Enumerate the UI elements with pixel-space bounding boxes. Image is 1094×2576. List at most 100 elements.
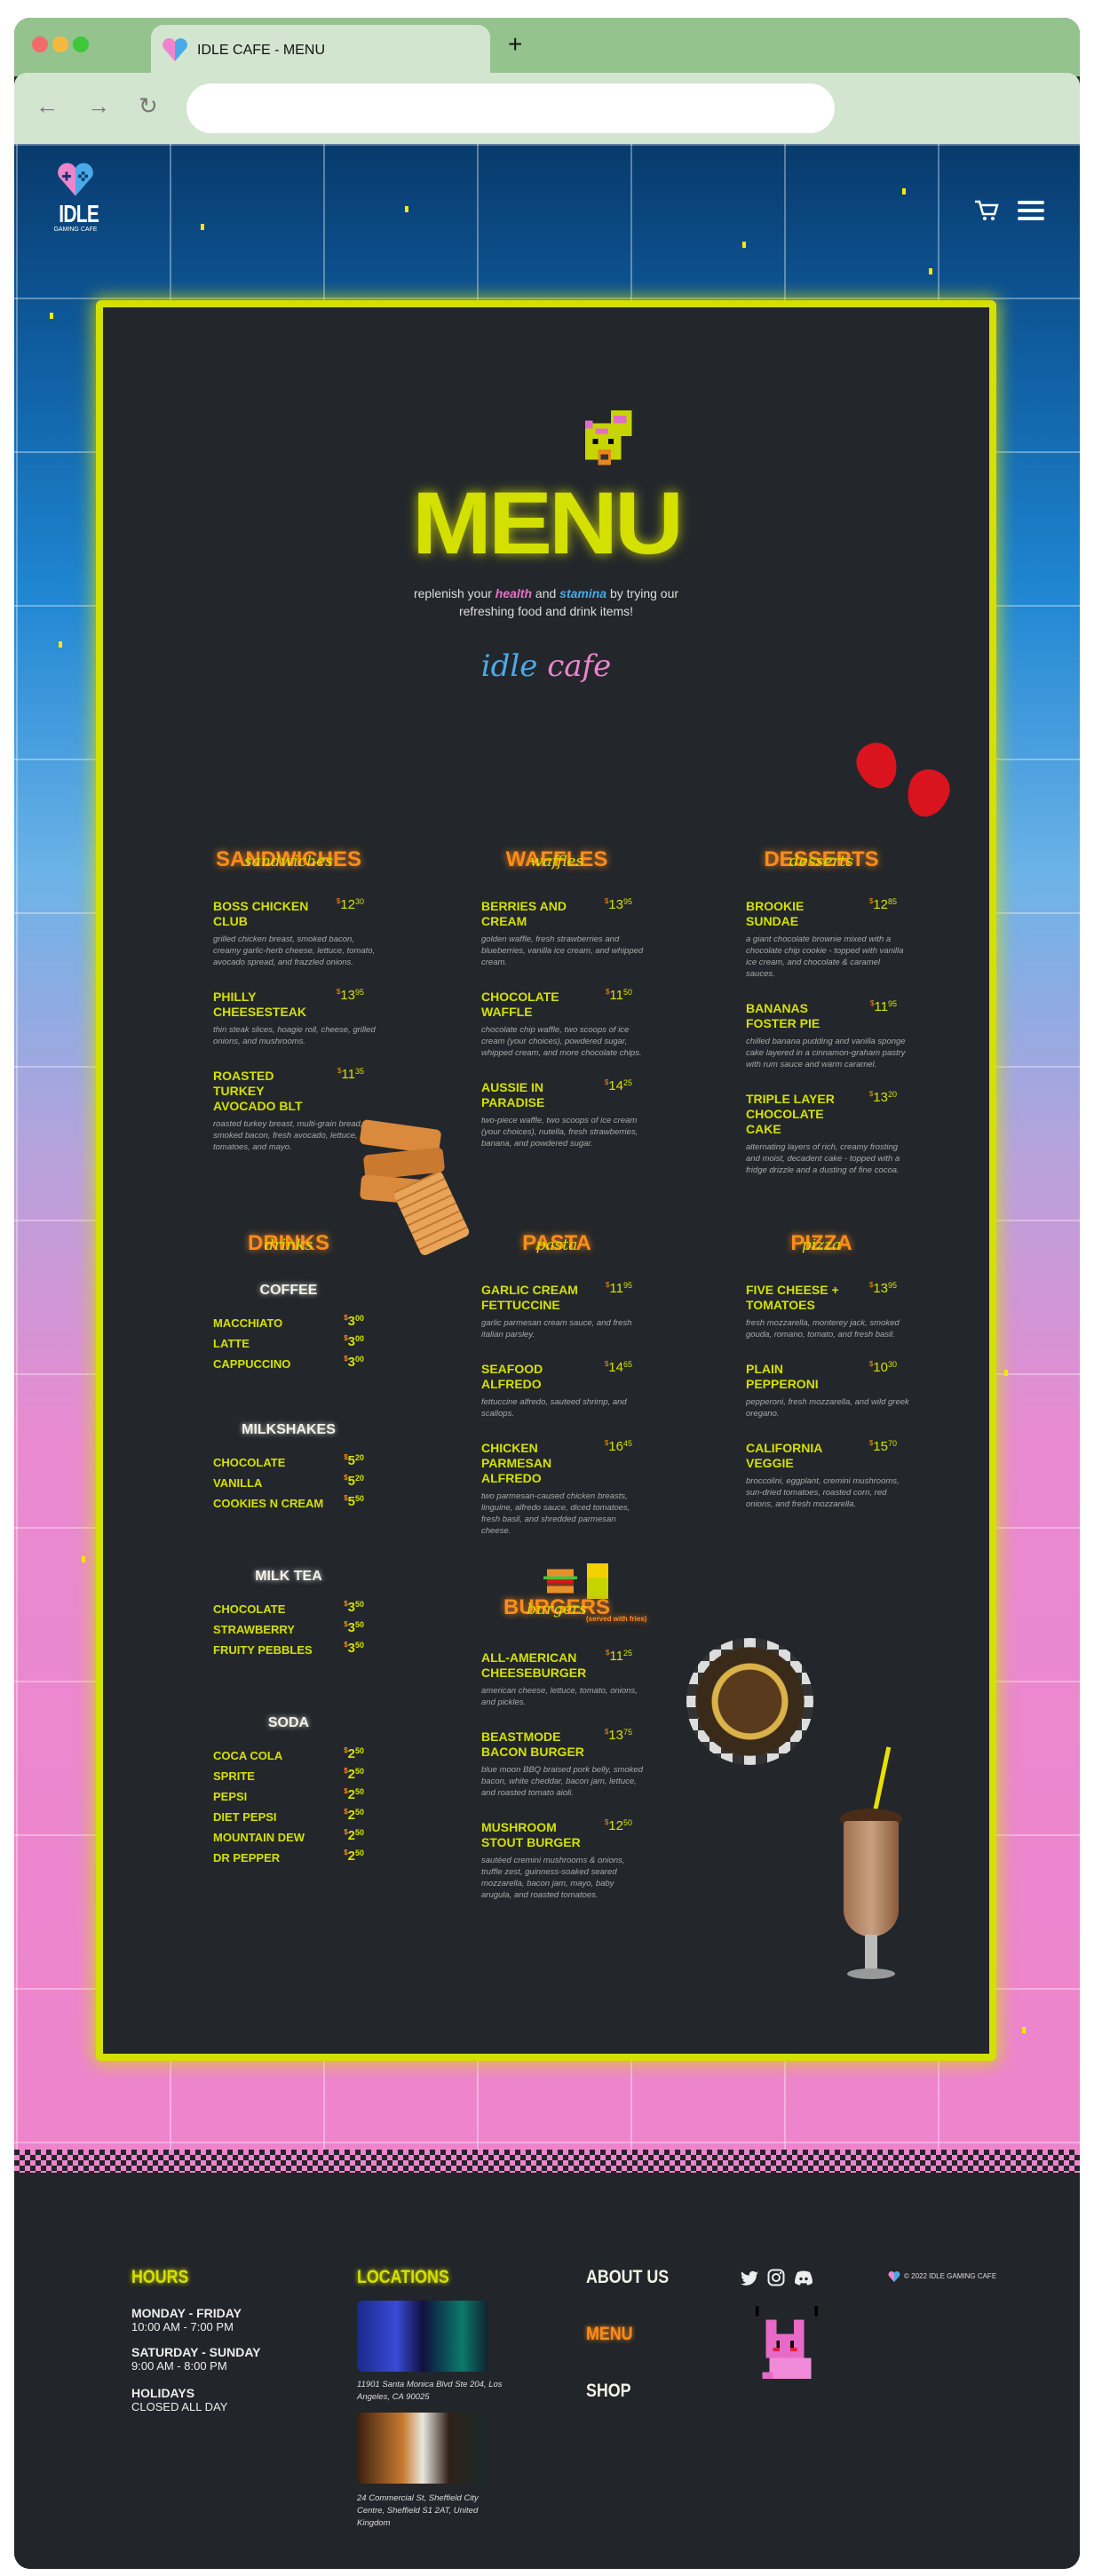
heart-logo-icon <box>888 2270 900 2283</box>
menu-item[interactable]: MUSHROOM STOUT BURGER $1250 sautéed cremin… <box>481 1818 632 1901</box>
section-script-label: waffles <box>529 853 584 871</box>
twitter-icon[interactable] <box>741 2270 758 2286</box>
item-price: $1230 <box>336 897 364 912</box>
address-bar[interactable] <box>186 83 835 133</box>
menu-item[interactable]: GARLIC CREAM FETTUCCINE $1195 garlic parme… <box>481 1281 632 1340</box>
site-logo[interactable]: IDLE GAMING CAFE <box>53 162 99 233</box>
item-price: $350 <box>344 1620 364 1635</box>
drink-item[interactable]: LATTE $300 <box>213 1334 364 1357</box>
minimize-window-button[interactable] <box>52 36 68 52</box>
item-name: BANANAS FOSTER PIE <box>746 1001 820 1030</box>
drink-item[interactable]: FRUITY PEBBLES $350 <box>213 1641 364 1664</box>
hamburger-menu-icon[interactable] <box>1018 201 1044 225</box>
item-name: MACCHIATO <box>213 1316 283 1330</box>
item-name: ROASTED TURKEY AVOCADO BLT <box>213 1069 303 1113</box>
menu-item[interactable]: BEASTMODE BACON BURGER $1375 blue moon BBQ… <box>481 1728 643 1799</box>
item-description: two parmesan-caused chicken breasts, lin… <box>481 1491 630 1536</box>
menu-item[interactable]: BANANAS FOSTER PIE $1195 chilled banana pu… <box>746 999 906 1070</box>
item-price: $1645 <box>604 1439 632 1454</box>
about-us-link[interactable]: ABOUT US <box>586 2267 669 2288</box>
browser-window: IDLE CAFE - MENU + ← → ↻ IDLE GAMING CAF… <box>14 18 1080 2569</box>
menu-item[interactable]: ROASTED TURKEY AVOCADO BLT $1135 roasted t… <box>213 1067 364 1153</box>
item-name: MOUNTAIN DEW <box>213 1831 305 1844</box>
shop-link[interactable]: SHOP <box>586 2381 631 2402</box>
item-price: $300 <box>344 1334 364 1349</box>
menu-item[interactable]: CHICKEN PARMESAN ALFREDO $1645 two parmesa… <box>481 1439 632 1537</box>
subtitle-stamina: stamina <box>559 586 607 600</box>
drink-item[interactable]: CHOCOLATE $350 <box>213 1600 364 1623</box>
menu-item[interactable]: TRIPLE LAYER CHOCOLATE CAKE $1320 alternat… <box>746 1090 900 1176</box>
drink-item[interactable]: CHOCOLATE $520 <box>213 1453 364 1476</box>
subtitle-text: replenish your <box>413 586 495 600</box>
drink-group: MILKSHAKES CHOCOLATE $520 VANILLA $520 COOKIE… <box>213 1422 364 1517</box>
instagram-icon[interactable] <box>767 2269 785 2286</box>
item-price: $1250 <box>604 1818 632 1833</box>
item-name: TRIPLE LAYER CHOCOLATE CAKE <box>746 1092 835 1136</box>
drink-item[interactable]: COOKIES N CREAM $550 <box>213 1494 364 1517</box>
drink-item[interactable]: VANILLA $520 <box>213 1474 364 1497</box>
menu-item[interactable]: CALIFORNIA VEGGIE $1570 broccolini, eggpla… <box>746 1439 900 1510</box>
menu-item[interactable]: AUSSIE IN PARADISE $1425 two-piece waffle,… <box>481 1078 638 1149</box>
reload-icon[interactable]: ↻ <box>139 92 158 120</box>
item-name: ALL-AMERICAN CHEESEBURGER <box>481 1650 587 1680</box>
drink-item[interactable]: COCA COLA $250 <box>213 1746 364 1769</box>
drink-item[interactable]: SPRITE $250 <box>213 1767 364 1790</box>
menu-item[interactable]: PHILLY CHEESESTEAK $1395 thin steak slices… <box>213 988 376 1047</box>
menu-item[interactable]: BERRIES AND CREAM $1395 golden waffle, fre… <box>481 897 643 968</box>
item-name: DIET PEPSI <box>213 1810 277 1824</box>
close-window-button[interactable] <box>32 36 48 52</box>
item-description: alternating layers of rich, creamy frost… <box>746 1142 900 1175</box>
section-heading: PIZZA pizza <box>746 1231 897 1267</box>
menu-item[interactable]: BROOKIE SUNDAE $1285 a giant chocolate bro… <box>746 897 903 980</box>
drink-item[interactable]: CAPPUCCINO $300 <box>213 1355 364 1378</box>
menu-title: MENU <box>412 473 684 573</box>
hours-time: CLOSED ALL DAY <box>131 2400 228 2413</box>
item-description: thin steak slices, hoagie roll, cheese, … <box>213 1025 376 1046</box>
location-photo[interactable] <box>357 2413 488 2484</box>
location-photo[interactable] <box>357 2301 488 2372</box>
item-name: PHILLY CHEESESTEAK <box>213 990 307 1019</box>
item-price: $520 <box>344 1453 364 1468</box>
drink-item[interactable]: PEPSI $250 <box>213 1787 364 1810</box>
menu-item[interactable]: CHOCOLATE WAFFLE $1150 chocolate chip waff… <box>481 988 642 1059</box>
section-heading: DRINKS drinks <box>213 1231 364 1267</box>
section-script-label: drinks <box>264 1236 313 1254</box>
location-address: 11901 Santa Monica Blvd Ste 204, Los Ang… <box>357 2380 503 2402</box>
menu-link[interactable]: MENU <box>586 2324 633 2345</box>
drink-group-title: SODA <box>267 1715 310 1730</box>
forward-icon[interactable]: → <box>87 92 110 120</box>
menu-subtitle: replenish your health and stamina by try… <box>103 584 989 620</box>
menu-item[interactable]: FIVE CHEESE + TOMATOES $1395 fresh mozzare… <box>746 1281 900 1340</box>
item-description: broccolini, eggplant, cremini mushrooms,… <box>746 1476 900 1509</box>
sparkle-icon <box>201 224 204 230</box>
item-description: chocolate chip waffle, two scoops of ice… <box>481 1025 642 1058</box>
menu-item[interactable]: ALL-AMERICAN CHEESEBURGER $1125 american c… <box>481 1649 638 1708</box>
menu-item[interactable]: BOSS CHICKEN CLUB $1230 grilled chicken br… <box>213 897 375 968</box>
item-price: $1135 <box>337 1067 364 1082</box>
drink-item[interactable]: DR PEPPER $250 <box>213 1849 364 1872</box>
sparkle-icon <box>929 268 932 274</box>
maximize-window-button[interactable] <box>73 36 89 52</box>
item-description: two-piece waffle, two scoops of ice crea… <box>481 1116 638 1149</box>
menu-item[interactable]: PLAIN PEPPERONI $1030 pepperoni, fresh moz… <box>746 1360 909 1419</box>
menu-item[interactable]: SEAFOOD ALFREDO $1465 fettuccine alfredo, … <box>481 1360 632 1419</box>
item-name: BROOKIE SUNDAE <box>746 899 805 928</box>
drink-item[interactable]: DIET PEPSI $250 <box>213 1808 364 1831</box>
tab-bar: IDLE CAFE - MENU + <box>14 18 1080 82</box>
subtitle-text: by trying our <box>606 586 679 600</box>
item-price: $1465 <box>604 1360 632 1375</box>
heart-controller-icon <box>58 163 93 196</box>
hours-day: MONDAY - FRIDAY <box>131 2306 242 2320</box>
sparkle-icon <box>1004 1370 1008 1376</box>
drink-item[interactable]: STRAWBERRY $350 <box>213 1620 364 1643</box>
section-script-label: pasta <box>535 1236 578 1254</box>
discord-icon[interactable] <box>794 2270 813 2286</box>
item-description: fresh mozzarella, monterey jack, smoked … <box>746 1318 900 1340</box>
back-icon[interactable]: ← <box>36 92 59 120</box>
drink-item[interactable]: MOUNTAIN DEW $250 <box>213 1828 364 1851</box>
new-tab-button[interactable]: + <box>508 30 522 59</box>
drink-item[interactable]: MACCHIATO $300 <box>213 1314 364 1337</box>
cart-icon[interactable] <box>973 199 1000 222</box>
served-with-fries-note: (served with fries) <box>586 1615 647 1623</box>
item-price: $250 <box>344 1828 364 1843</box>
